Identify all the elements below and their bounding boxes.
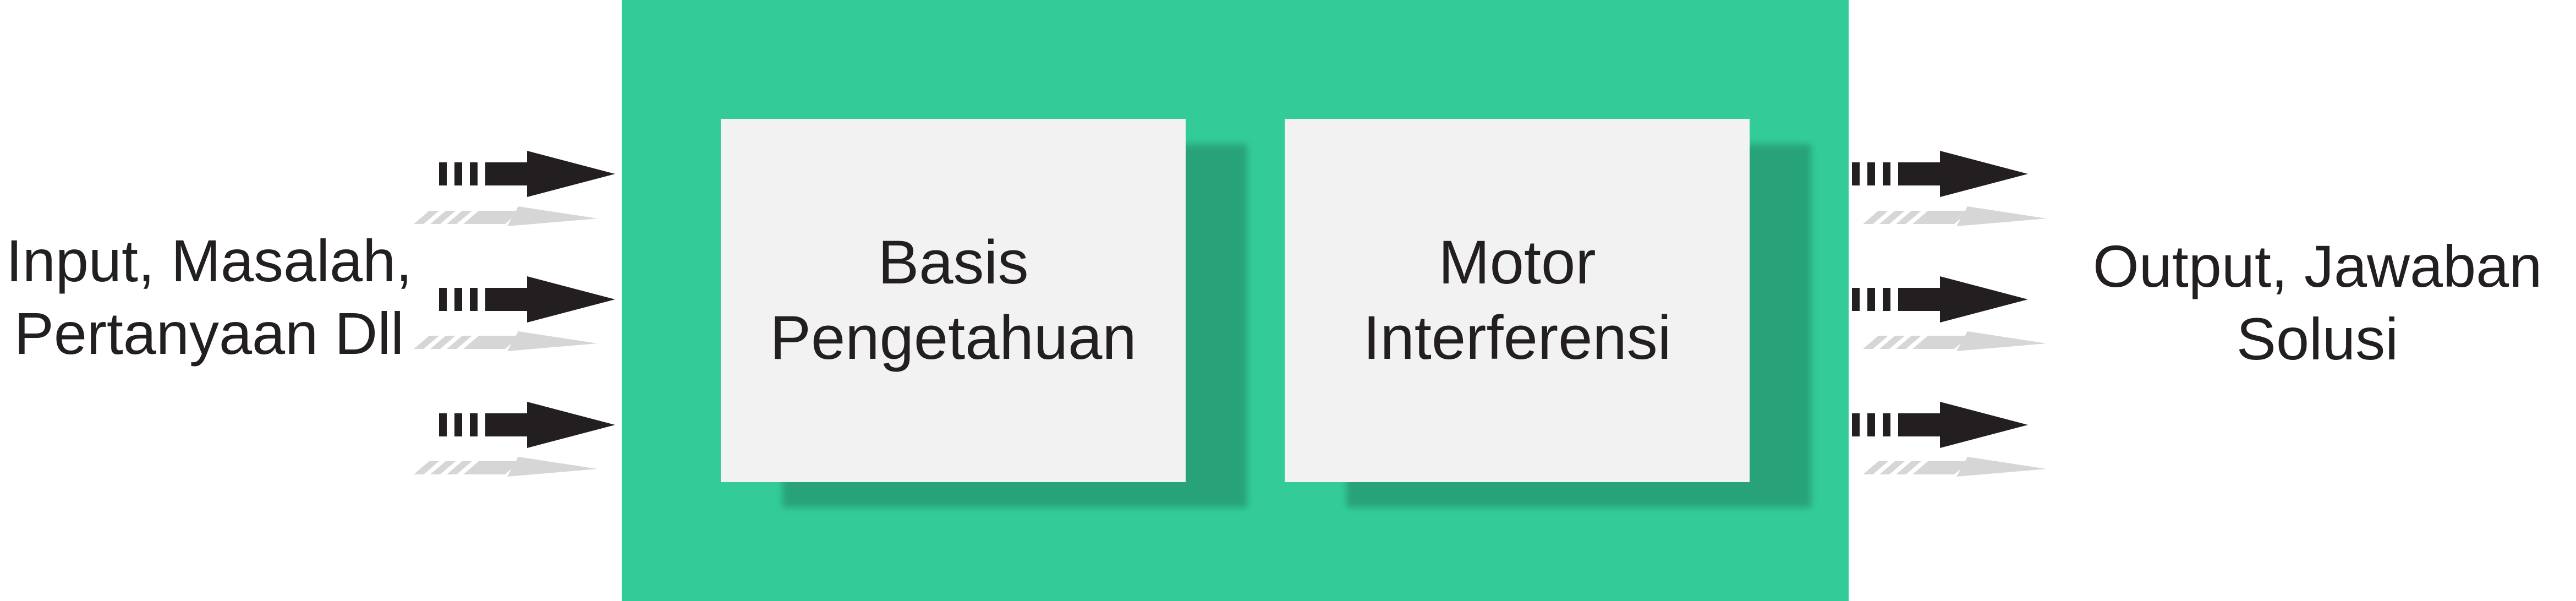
input-arrow-2 — [414, 276, 615, 351]
input-arrows — [414, 151, 615, 477]
output-arrow-1 — [1852, 151, 2047, 226]
arrows-layer — [414, 151, 2047, 477]
output-arrow-3 — [1852, 402, 2047, 477]
output-arrow-2 — [1852, 276, 2047, 351]
input-arrow-1 — [414, 151, 615, 226]
output-arrows — [1852, 151, 2047, 477]
input-arrow-3 — [414, 402, 615, 477]
